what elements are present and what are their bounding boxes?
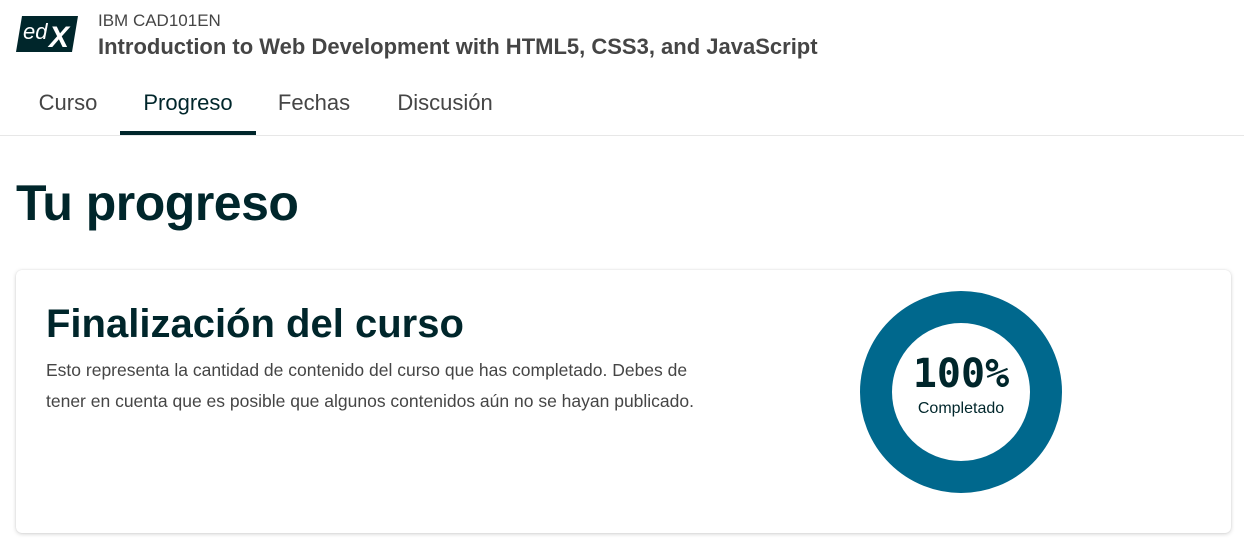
completion-card: Finalización del curso Esto representa l… (16, 270, 1231, 533)
completion-percent-label: Completado (917, 400, 1005, 417)
completion-percent: 100% (912, 351, 1010, 397)
tab-curso[interactable]: Curso (20, 68, 116, 135)
course-tabs: Curso Progreso Fechas Discusión (0, 68, 1244, 136)
course-code: IBM CAD101EN (98, 11, 221, 30)
course-title: Introduction to Web Development with HTM… (98, 34, 818, 59)
completion-card-description: Esto representa la cantidad de contenido… (46, 360, 694, 411)
page-title: Tu progreso (16, 175, 299, 231)
completion-card-title: Finalización del curso (46, 302, 464, 346)
svg-text:X: X (47, 21, 71, 52)
edx-logo[interactable]: ed X (16, 16, 78, 54)
tab-fechas[interactable]: Fechas (262, 68, 366, 135)
course-header: ed X IBM CAD101EN Introduction to Web De… (0, 0, 1244, 68)
tab-discusion[interactable]: Discusión (378, 68, 512, 135)
svg-text:ed: ed (23, 19, 48, 44)
tab-progreso[interactable]: Progreso (120, 68, 256, 135)
